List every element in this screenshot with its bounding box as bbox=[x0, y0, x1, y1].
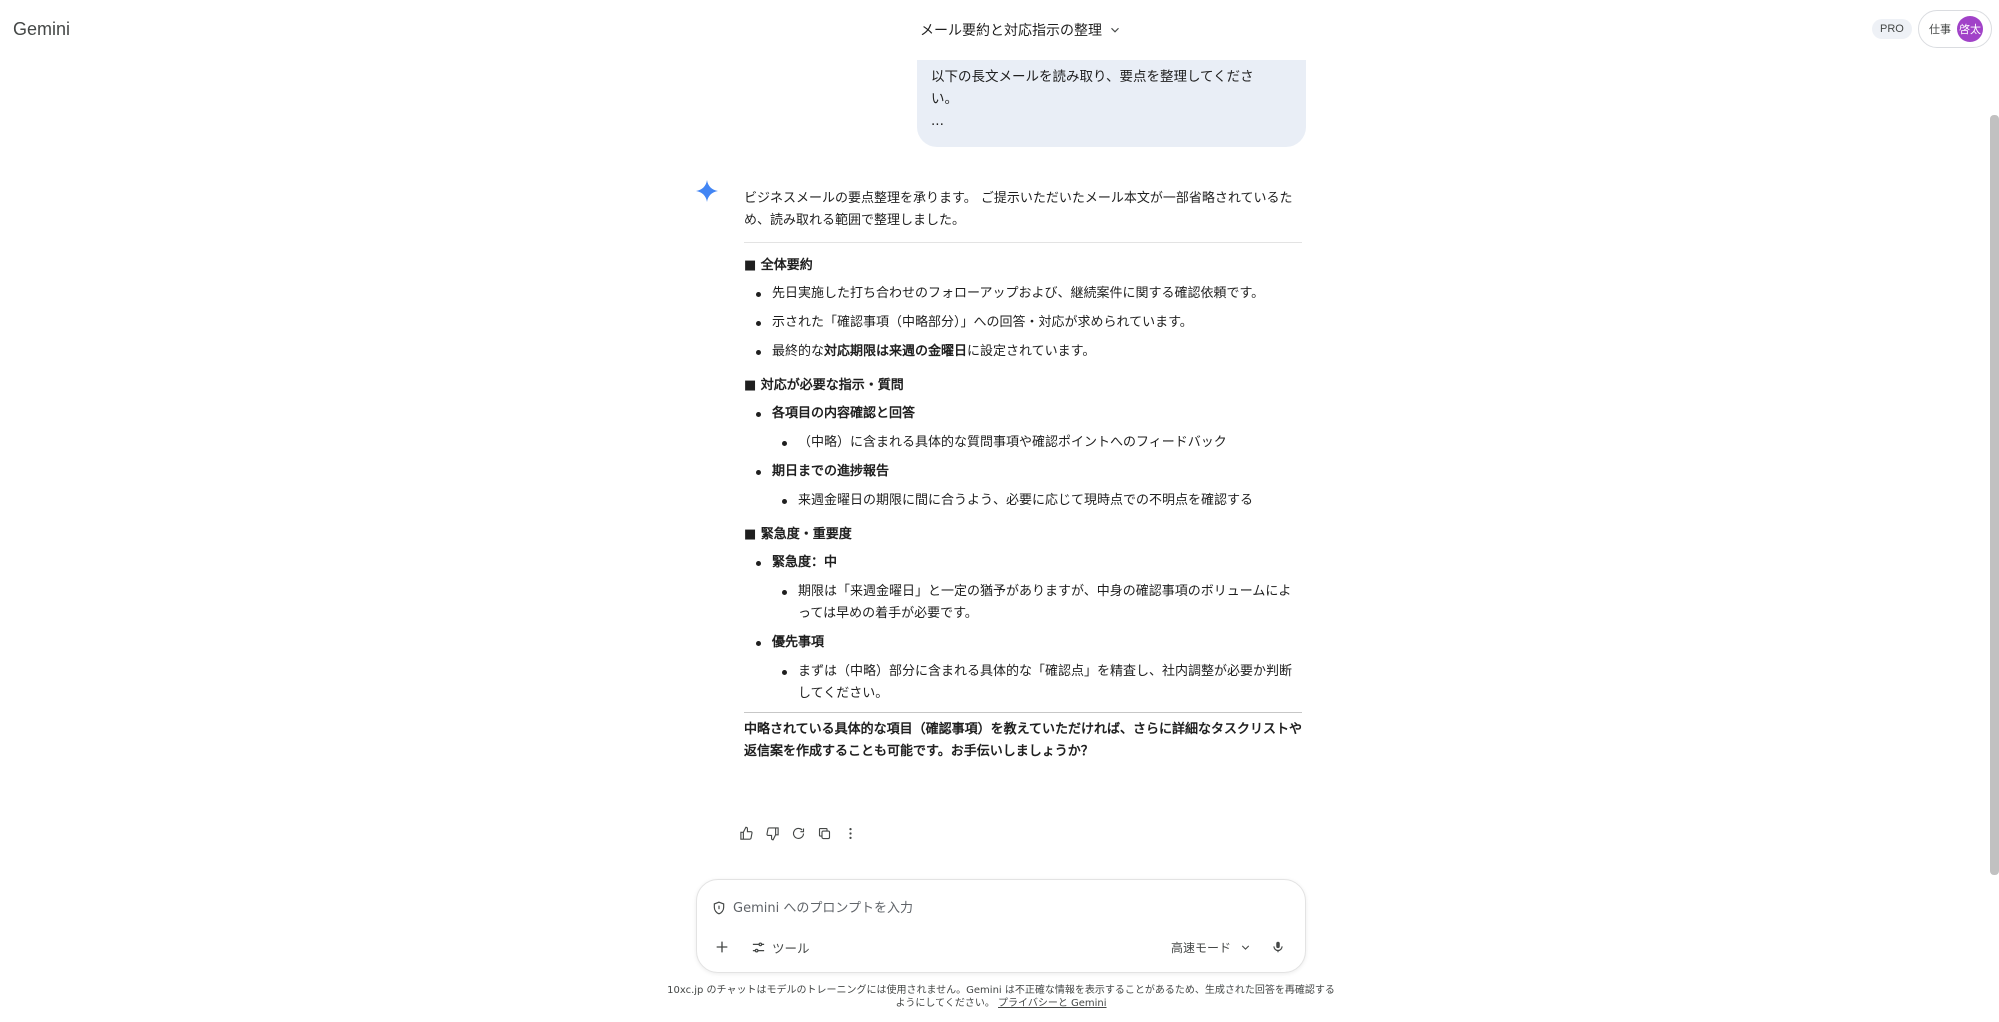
section-heading-actions: ■ 対応が必要な指示・質問 bbox=[744, 378, 904, 393]
conversation-title-menu[interactable]: メール要約と対応指示の整理 bbox=[920, 20, 1122, 40]
user-message-line: ... bbox=[931, 113, 944, 129]
user-message-bubble: す。 以下の長文メールを読み取り、要点を整理してくださ い。 ... bbox=[917, 54, 1306, 147]
sub-list: （中略）に含まれる具体的な質問事項や確認ポイントへのフィードバック bbox=[772, 432, 1302, 454]
copy-icon bbox=[818, 827, 830, 839]
footer-disclaimer: 10xc.jp のチャットはモデルのトレーニングには使用されません。Gemini… bbox=[666, 984, 1336, 1010]
prompt-input[interactable] bbox=[731, 900, 1235, 917]
more-vert-icon bbox=[848, 827, 852, 839]
list-item-title: 緊急度：中 bbox=[772, 555, 838, 570]
deadline-emphasis: 対応期限は来週の金曜日 bbox=[824, 344, 968, 359]
sub-list: まずは（中略）部分に含まれる具体的な「確認点」を精査し、社内調整が必要か判断して… bbox=[772, 661, 1302, 705]
gemini-spark-icon bbox=[696, 180, 718, 202]
avatar: 啓太 bbox=[1957, 16, 1983, 42]
actions-list: 各項目の内容確認と回答 （中略）に含まれる具体的な質問事項や確認ポイントへのフィ… bbox=[744, 403, 1302, 512]
top-bar: Gemini メール要約と対応指示の整理 PRO 仕事 啓太 bbox=[0, 0, 1999, 60]
add-attachment-button[interactable] bbox=[711, 936, 733, 958]
response-closing: 中略されている具体的な項目（確認事項）を教えていただければ、さらに詳細なタスクリ… bbox=[744, 712, 1302, 763]
account-label: 仕事 bbox=[1929, 23, 1951, 36]
account-button[interactable]: 仕事 啓太 bbox=[1918, 10, 1992, 48]
list-item: 各項目の内容確認と回答 （中略）に含まれる具体的な質問事項や確認ポイントへのフィ… bbox=[756, 403, 1302, 454]
list-item-title: 期日までの進捗報告 bbox=[772, 464, 890, 479]
pro-badge: PRO bbox=[1872, 19, 1912, 39]
user-message-line: い。 bbox=[931, 91, 958, 107]
tools-button[interactable]: ツール bbox=[751, 936, 810, 958]
response-actions bbox=[736, 823, 860, 843]
app-brand[interactable]: Gemini bbox=[13, 19, 70, 40]
plus-icon bbox=[716, 941, 728, 953]
urgency-list: 緊急度：中 期限は「来週金曜日」と一定の猶予がありますが、中身の確認事項のボリュ… bbox=[744, 552, 1302, 705]
list-item: 緊急度：中 期限は「来週金曜日」と一定の猶予がありますが、中身の確認事項のボリュ… bbox=[756, 552, 1302, 625]
thumbs-up-button[interactable] bbox=[736, 823, 756, 843]
model-response: ビジネスメールの要点整理を承ります。 ご提示いただいたメール本文が一部省略されて… bbox=[744, 188, 1302, 763]
sub-list: 来週金曜日の期限に間に合うよう、必要に応じて現時点での不明点を確認する bbox=[772, 490, 1302, 512]
list-item-title: 優先事項 bbox=[772, 635, 825, 650]
thumbs-down-button[interactable] bbox=[762, 823, 782, 843]
tools-icon bbox=[752, 942, 765, 952]
list-item: 優先事項 まずは（中略）部分に含まれる具体的な「確認点」を精査し、社内調整が必要… bbox=[756, 632, 1302, 705]
sub-list: 期限は「来週金曜日」と一定の猶予がありますが、中身の確認事項のボリュームによって… bbox=[772, 581, 1302, 625]
refresh-icon bbox=[792, 827, 804, 839]
sub-list-item: 来週金曜日の期限に間に合うよう、必要に応じて現時点での不明点を確認する bbox=[782, 490, 1302, 512]
list-item: 示された「確認事項（中略部分）」への回答・対応が求められています。 bbox=[756, 312, 1302, 334]
section-heading-urgency: ■ 緊急度・重要度 bbox=[744, 527, 852, 542]
copy-button[interactable] bbox=[814, 823, 834, 843]
privacy-link[interactable]: プライバシーと Gemini bbox=[998, 998, 1107, 1009]
response-intro: ビジネスメールの要点整理を承ります。 ご提示いただいたメール本文が一部省略されて… bbox=[744, 188, 1302, 243]
list-item: 先日実施した打ち合わせのフォローアップおよび、継続案件に関する確認依頼です。 bbox=[756, 283, 1302, 305]
user-message-line: 以下の長文メールを読み取り、要点を整理してくださ bbox=[931, 69, 1254, 85]
more-options-button[interactable] bbox=[840, 823, 860, 843]
microphone-button[interactable] bbox=[1267, 936, 1289, 958]
list-item-text: に設定されています。 bbox=[967, 344, 1096, 359]
mode-label: 高速モード bbox=[1171, 940, 1232, 955]
conversation-title: メール要約と対応指示の整理 bbox=[920, 23, 1102, 39]
list-item-title: 各項目の内容確認と回答 bbox=[772, 406, 916, 421]
tools-label: ツール bbox=[772, 940, 810, 956]
sub-list-item: 期限は「来週金曜日」と一定の猶予がありますが、中身の確認事項のボリュームによって… bbox=[782, 581, 1302, 625]
thumbs-up-icon bbox=[739, 826, 753, 840]
section-heading-summary: ■ 全体要約 bbox=[744, 258, 813, 273]
microphone-icon bbox=[1273, 941, 1283, 953]
sub-list-item: まずは（中略）部分に含まれる具体的な「確認点」を精査し、社内調整が必要か判断して… bbox=[782, 661, 1302, 705]
list-item-text: 最終的な bbox=[772, 344, 825, 359]
mode-selector[interactable]: 高速モード bbox=[1171, 936, 1252, 958]
list-item: 最終的な対応期限は来週の金曜日に設定されています。 bbox=[756, 341, 1302, 363]
regenerate-button[interactable] bbox=[788, 823, 808, 843]
prompt-composer: ツール 高速モード bbox=[696, 879, 1306, 973]
sub-list-item: （中略）に含まれる具体的な質問事項や確認ポイントへのフィードバック bbox=[782, 432, 1302, 454]
thumbs-down-icon bbox=[765, 826, 779, 840]
chevron-down-icon bbox=[1241, 944, 1250, 950]
chevron-down-icon bbox=[1111, 27, 1119, 33]
shield-icon bbox=[713, 901, 725, 915]
scrollbar[interactable] bbox=[1990, 115, 1999, 875]
summary-list: 先日実施した打ち合わせのフォローアップおよび、継続案件に関する確認依頼です。 示… bbox=[744, 283, 1302, 363]
list-item: 期日までの進捗報告 来週金曜日の期限に間に合うよう、必要に応じて現時点での不明点… bbox=[756, 461, 1302, 512]
